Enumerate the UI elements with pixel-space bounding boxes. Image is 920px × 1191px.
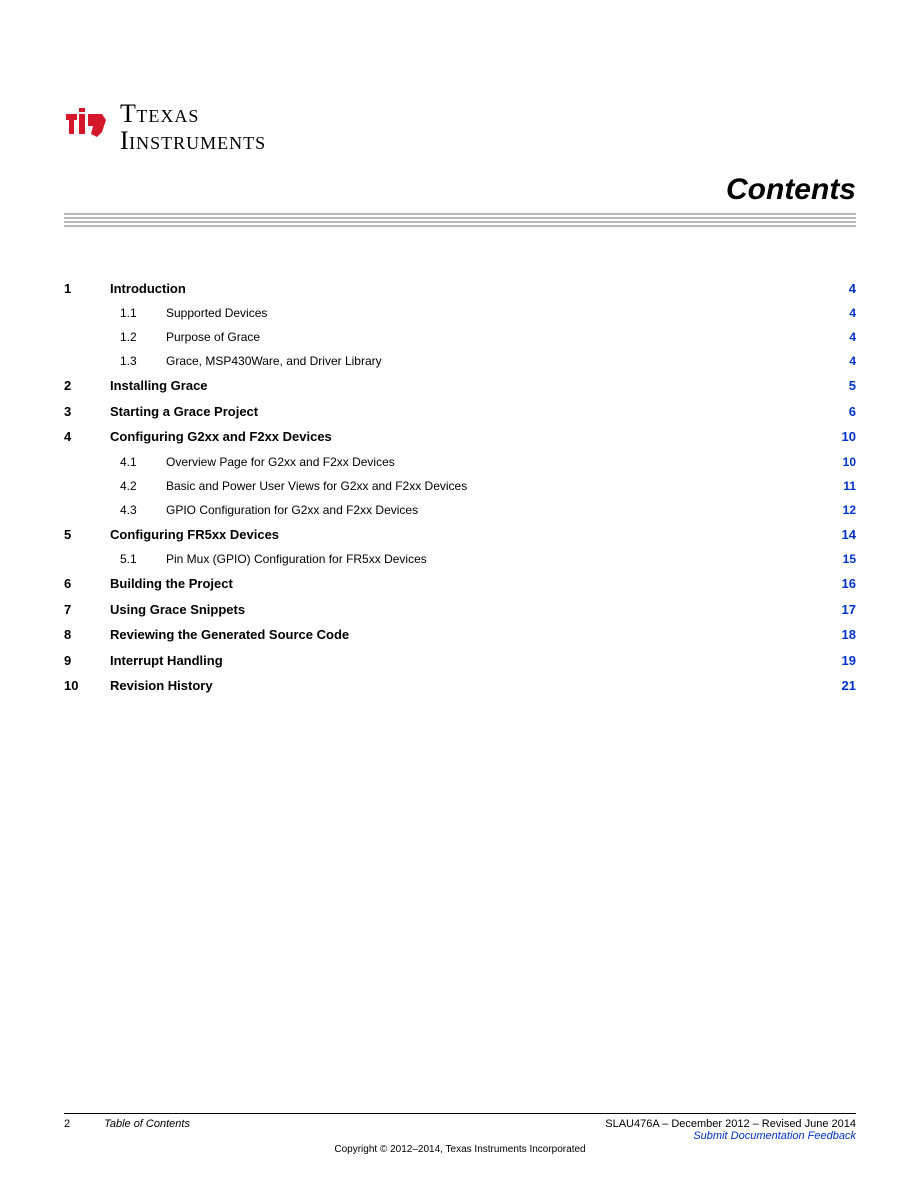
toc-page-link[interactable]: 6 (834, 402, 856, 422)
toc-page-link[interactable]: 5 (834, 376, 856, 396)
table-of-contents: 1Introduction41.1Supported Devices41.2Pu… (64, 279, 856, 696)
toc-entry: 3Starting a Grace Project 6 (64, 402, 856, 422)
toc-label: Configuring G2xx and F2xx Devices (110, 427, 332, 447)
toc-number: 1 (64, 279, 110, 299)
toc-page-link[interactable]: 11 (834, 477, 856, 495)
footer: 2 Table of Contents SLAU476A – December … (64, 1113, 856, 1156)
toc-page-link[interactable]: 10 (834, 453, 856, 471)
toc-entry: 1.1Supported Devices 4 (64, 304, 856, 322)
toc-page-link[interactable]: 12 (834, 501, 856, 519)
toc-page-link[interactable]: 15 (834, 550, 856, 568)
toc-entry: 4.1Overview Page for G2xx and F2xx Devic… (64, 453, 856, 471)
toc-label: Installing Grace (110, 376, 208, 396)
toc-entry: 6Building the Project 16 (64, 574, 856, 594)
toc-label: Reviewing the Generated Source Code (110, 625, 349, 645)
logo-text: TTEXAS IINSTRUMENTS (120, 100, 266, 155)
toc-page-link[interactable]: 16 (834, 574, 856, 594)
toc-entry: 1Introduction 4 (64, 279, 856, 299)
toc-number: 9 (64, 651, 110, 671)
toc-number: 10 (64, 676, 110, 696)
toc-entry: 5Configuring FR5xx Devices 14 (64, 525, 856, 545)
footer-feedback-link[interactable]: Submit Documentation Feedback (605, 1130, 856, 1142)
toc-page-link[interactable]: 10 (834, 427, 856, 447)
toc-label: Starting a Grace Project (110, 402, 258, 422)
toc-entry: 5.1Pin Mux (GPIO) Configuration for FR5x… (64, 550, 856, 568)
toc-page-link[interactable]: 4 (834, 279, 856, 299)
toc-entry: 1.3Grace, MSP430Ware, and Driver Library… (64, 352, 856, 370)
toc-label: Introduction (110, 279, 186, 299)
toc-number: 4 (64, 427, 110, 447)
toc-number: 4.3 (120, 501, 166, 519)
toc-entry: 4.2Basic and Power User Views for G2xx a… (64, 477, 856, 495)
toc-entry: 4.3GPIO Configuration for G2xx and F2xx … (64, 501, 856, 519)
toc-entry: 4Configuring G2xx and F2xx Devices 10 (64, 427, 856, 447)
toc-page-link[interactable]: 4 (834, 328, 856, 346)
footer-doc-id: SLAU476A – December 2012 – Revised June … (605, 1118, 856, 1130)
toc-label: Interrupt Handling (110, 651, 223, 671)
toc-number: 3 (64, 402, 110, 422)
footer-section-title: Table of Contents (104, 1118, 190, 1130)
toc-number: 5 (64, 525, 110, 545)
toc-entry: 9Interrupt Handling 19 (64, 651, 856, 671)
toc-label: Supported Devices (166, 304, 267, 322)
toc-number: 2 (64, 376, 110, 396)
toc-page-link[interactable]: 17 (834, 600, 856, 620)
toc-number: 1.2 (120, 328, 166, 346)
toc-label: Revision History (110, 676, 213, 696)
title-rule (64, 213, 856, 227)
toc-entry: 7Using Grace Snippets 17 (64, 600, 856, 620)
toc-entry: 2Installing Grace 5 (64, 376, 856, 396)
toc-number: 1.1 (120, 304, 166, 322)
footer-copyright: Copyright © 2012–2014, Texas Instruments… (64, 1144, 856, 1155)
toc-label: Using Grace Snippets (110, 600, 245, 620)
toc-number: 4.2 (120, 477, 166, 495)
toc-label: Configuring FR5xx Devices (110, 525, 279, 545)
ti-logo-icon (64, 108, 112, 146)
toc-page-link[interactable]: 4 (834, 352, 856, 370)
toc-page-link[interactable]: 19 (834, 651, 856, 671)
toc-page-link[interactable]: 18 (834, 625, 856, 645)
toc-number: 6 (64, 574, 110, 594)
toc-label: Basic and Power User Views for G2xx and … (166, 477, 467, 495)
toc-page-link[interactable]: 4 (834, 304, 856, 322)
page-title: Contents (64, 173, 856, 207)
toc-number: 4.1 (120, 453, 166, 471)
footer-page-number: 2 (64, 1118, 70, 1130)
toc-number: 7 (64, 600, 110, 620)
toc-label: Pin Mux (GPIO) Configuration for FR5xx D… (166, 550, 427, 568)
toc-label: Grace, MSP430Ware, and Driver Library (166, 352, 382, 370)
toc-label: Overview Page for G2xx and F2xx Devices (166, 453, 395, 471)
toc-entry: 8Reviewing the Generated Source Code 18 (64, 625, 856, 645)
toc-page-link[interactable]: 21 (834, 676, 856, 696)
toc-label: Purpose of Grace (166, 328, 260, 346)
toc-entry: 1.2Purpose of Grace 4 (64, 328, 856, 346)
toc-number: 1.3 (120, 352, 166, 370)
logo: TTEXAS IINSTRUMENTS (64, 100, 856, 155)
toc-label: Building the Project (110, 574, 233, 594)
toc-number: 5.1 (120, 550, 166, 568)
toc-entry: 10Revision History 21 (64, 676, 856, 696)
toc-label: GPIO Configuration for G2xx and F2xx Dev… (166, 501, 418, 519)
toc-number: 8 (64, 625, 110, 645)
toc-page-link[interactable]: 14 (834, 525, 856, 545)
